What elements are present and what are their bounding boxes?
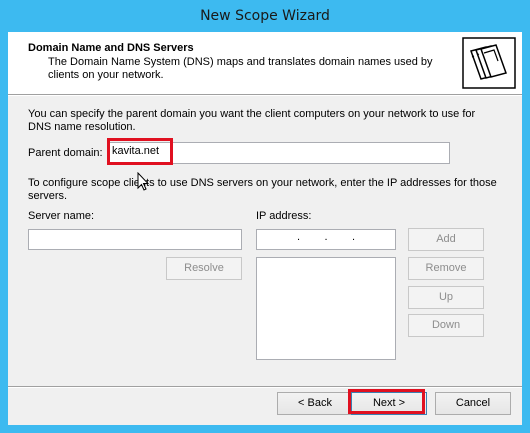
parent-domain-label: Parent domain: bbox=[28, 147, 103, 159]
server-name-input[interactable] bbox=[28, 229, 242, 250]
next-button[interactable]: Next > bbox=[351, 392, 427, 415]
configure-text: To configure scope clients to use DNS se… bbox=[28, 177, 497, 202]
down-button[interactable]: Down bbox=[408, 314, 484, 337]
page-title: Domain Name and DNS Servers bbox=[28, 42, 194, 54]
parent-domain-input[interactable]: kavita.net bbox=[108, 142, 450, 164]
cancel-button[interactable]: Cancel bbox=[435, 392, 511, 415]
server-name-label: Server name: bbox=[28, 210, 95, 222]
mouse-cursor-icon bbox=[137, 171, 150, 195]
up-button[interactable]: Up bbox=[408, 286, 484, 309]
folders-icon bbox=[462, 37, 516, 89]
remove-button[interactable]: Remove bbox=[408, 257, 484, 280]
ip-address-label: IP address: bbox=[256, 210, 312, 222]
wizard-window: New Scope Wizard Domain Name and DNS Ser… bbox=[0, 0, 530, 433]
page-subtitle: The Domain Name System (DNS) maps and tr… bbox=[48, 56, 433, 81]
ip-address-input[interactable]: . . . bbox=[256, 229, 396, 250]
back-button[interactable]: < Back bbox=[277, 392, 353, 415]
window-title: New Scope Wizard bbox=[200, 8, 330, 24]
footer-divider bbox=[8, 386, 522, 388]
intro-text: You can specify the parent domain you wa… bbox=[28, 108, 476, 133]
resolve-button[interactable]: Resolve bbox=[166, 257, 242, 280]
ip-address-list[interactable] bbox=[256, 257, 396, 360]
wizard-header: Domain Name and DNS Servers The Domain N… bbox=[8, 32, 522, 95]
wizard-client-area: Domain Name and DNS Servers The Domain N… bbox=[8, 32, 522, 425]
add-button[interactable]: Add bbox=[408, 228, 484, 251]
